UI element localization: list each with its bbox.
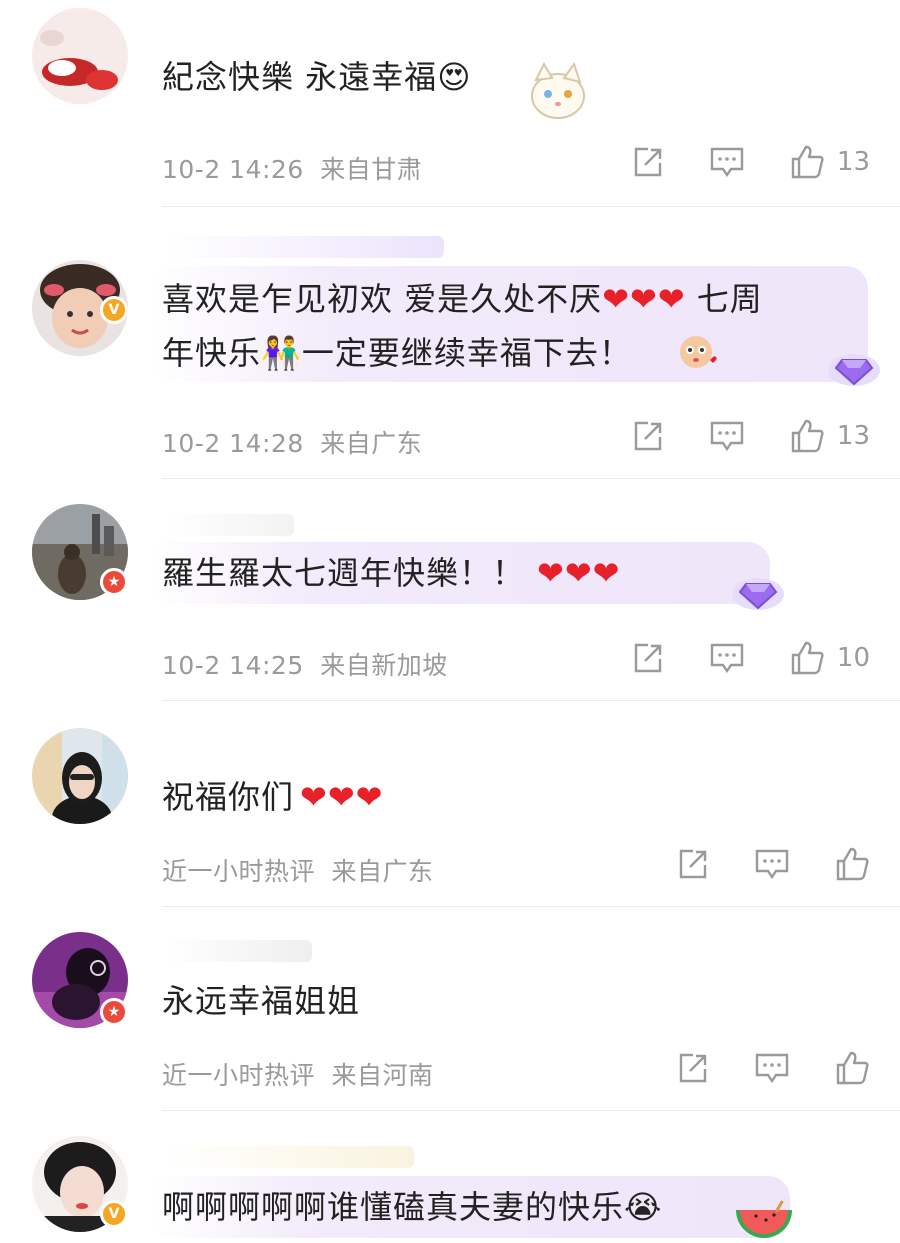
comment-text: 祝福你们 ❤❤❤ xyxy=(162,778,384,816)
diamond-icon xyxy=(730,570,786,618)
crying-emoji: 😭 xyxy=(624,1188,663,1226)
like-button[interactable] xyxy=(834,846,870,882)
like-button[interactable]: 13 xyxy=(789,144,870,180)
comment-time: 10-2 14:28 xyxy=(162,429,304,458)
avatar[interactable] xyxy=(32,728,128,824)
heart-emoji: ❤❤❤ xyxy=(300,778,384,816)
comment-icon xyxy=(710,147,744,178)
share-icon xyxy=(679,849,707,879)
thumbs-up-icon xyxy=(836,847,869,881)
divider xyxy=(162,700,900,701)
share-icon xyxy=(679,1053,707,1083)
comment-text: 羅生羅太七週年快樂！！ ❤❤❤ xyxy=(162,554,621,592)
share-button[interactable] xyxy=(676,1051,710,1085)
comment-meta: 10-2 14:28 来自广东 xyxy=(162,424,422,460)
comment-meta: 近一小时热评 来自河南 xyxy=(162,1056,433,1092)
like-count: 13 xyxy=(836,147,870,177)
comment-time: 10-2 14:26 xyxy=(162,155,304,184)
divider xyxy=(162,478,900,479)
comment-location: 来自广东 xyxy=(320,429,423,458)
comment-actions xyxy=(632,846,870,882)
username-blurred xyxy=(164,1146,414,1168)
thumbs-up-icon xyxy=(836,1051,869,1085)
comment-text: 啊啊啊啊啊谁懂磕真夫妻的快乐😭 xyxy=(162,1188,663,1226)
share-icon xyxy=(634,421,662,451)
avatar[interactable] xyxy=(32,8,128,104)
comment-meta: 10-2 14:25 来自新加坡 xyxy=(162,646,448,682)
diamond-icon xyxy=(826,346,882,394)
reply-button[interactable] xyxy=(709,145,745,179)
comment-icon xyxy=(710,643,744,674)
like-button[interactable] xyxy=(834,1050,870,1086)
like-count: 13 xyxy=(836,421,870,451)
comment-time: 10-2 14:25 xyxy=(162,651,304,680)
comment-actions: 13 xyxy=(587,144,870,180)
username-blurred xyxy=(164,940,312,962)
comment-time: 近一小时热评 xyxy=(162,857,316,886)
like-button[interactable]: 13 xyxy=(789,418,870,454)
thumbs-up-icon xyxy=(791,641,824,675)
comment-icon xyxy=(755,1053,789,1084)
verified-v-icon: V xyxy=(100,296,128,324)
comment-icon xyxy=(755,849,789,880)
divider xyxy=(162,1110,900,1111)
comment-text: 永远幸福姐姐 xyxy=(162,982,361,1020)
star-badge-icon: ★ xyxy=(100,998,128,1026)
comment-time: 近一小时热评 xyxy=(162,1061,316,1090)
reply-button[interactable] xyxy=(709,641,745,675)
comment-actions: 10 xyxy=(587,640,870,676)
divider xyxy=(162,206,900,207)
divider xyxy=(162,906,900,907)
couple-emoji: 👫 xyxy=(261,334,302,372)
comment-icon xyxy=(710,421,744,452)
comment-location: 来自广东 xyxy=(331,857,434,886)
verified-v-icon: V xyxy=(100,1200,128,1228)
thumbs-up-icon xyxy=(791,145,824,179)
username-blurred xyxy=(164,514,294,536)
comment-actions xyxy=(632,1050,870,1086)
like-count: 10 xyxy=(836,643,870,673)
reply-button[interactable] xyxy=(754,847,790,881)
watermelon-icon xyxy=(734,1200,794,1243)
comment-meta: 近一小时热评 来自广东 xyxy=(162,852,433,888)
share-icon xyxy=(634,643,662,673)
comment-location: 来自新加坡 xyxy=(320,651,448,680)
reply-button[interactable] xyxy=(754,1051,790,1085)
heart-emoji: ❤❤❤ xyxy=(537,554,621,592)
thumbs-up-icon xyxy=(791,419,824,453)
share-button[interactable] xyxy=(631,145,665,179)
comment-location: 来自河南 xyxy=(331,1061,434,1090)
share-button[interactable] xyxy=(631,641,665,675)
share-icon xyxy=(634,147,662,177)
comment-meta: 10-2 14:26 来自甘肃 xyxy=(162,150,422,186)
share-button[interactable] xyxy=(676,847,710,881)
star-badge-icon: ★ xyxy=(100,568,128,596)
comment-text: 紀念快樂 永遠幸福😍 xyxy=(162,58,472,96)
comment-text: 喜欢是乍见初欢 爱是久处不厌❤❤❤ 七周 年快乐👫一定要继续幸福下去！ xyxy=(162,280,763,372)
like-button[interactable]: 10 xyxy=(789,640,870,676)
heart-emoji: ❤❤❤ xyxy=(602,280,686,318)
blush-sticker-icon xyxy=(676,330,718,376)
share-button[interactable] xyxy=(631,419,665,453)
reply-button[interactable] xyxy=(709,419,745,453)
cat-sticker-icon xyxy=(526,58,590,126)
smiling-hearts-emoji: 😍 xyxy=(437,58,472,96)
username-blurred xyxy=(164,236,444,258)
comment-actions: 13 xyxy=(587,418,870,454)
comment-location: 来自甘肃 xyxy=(320,155,423,184)
